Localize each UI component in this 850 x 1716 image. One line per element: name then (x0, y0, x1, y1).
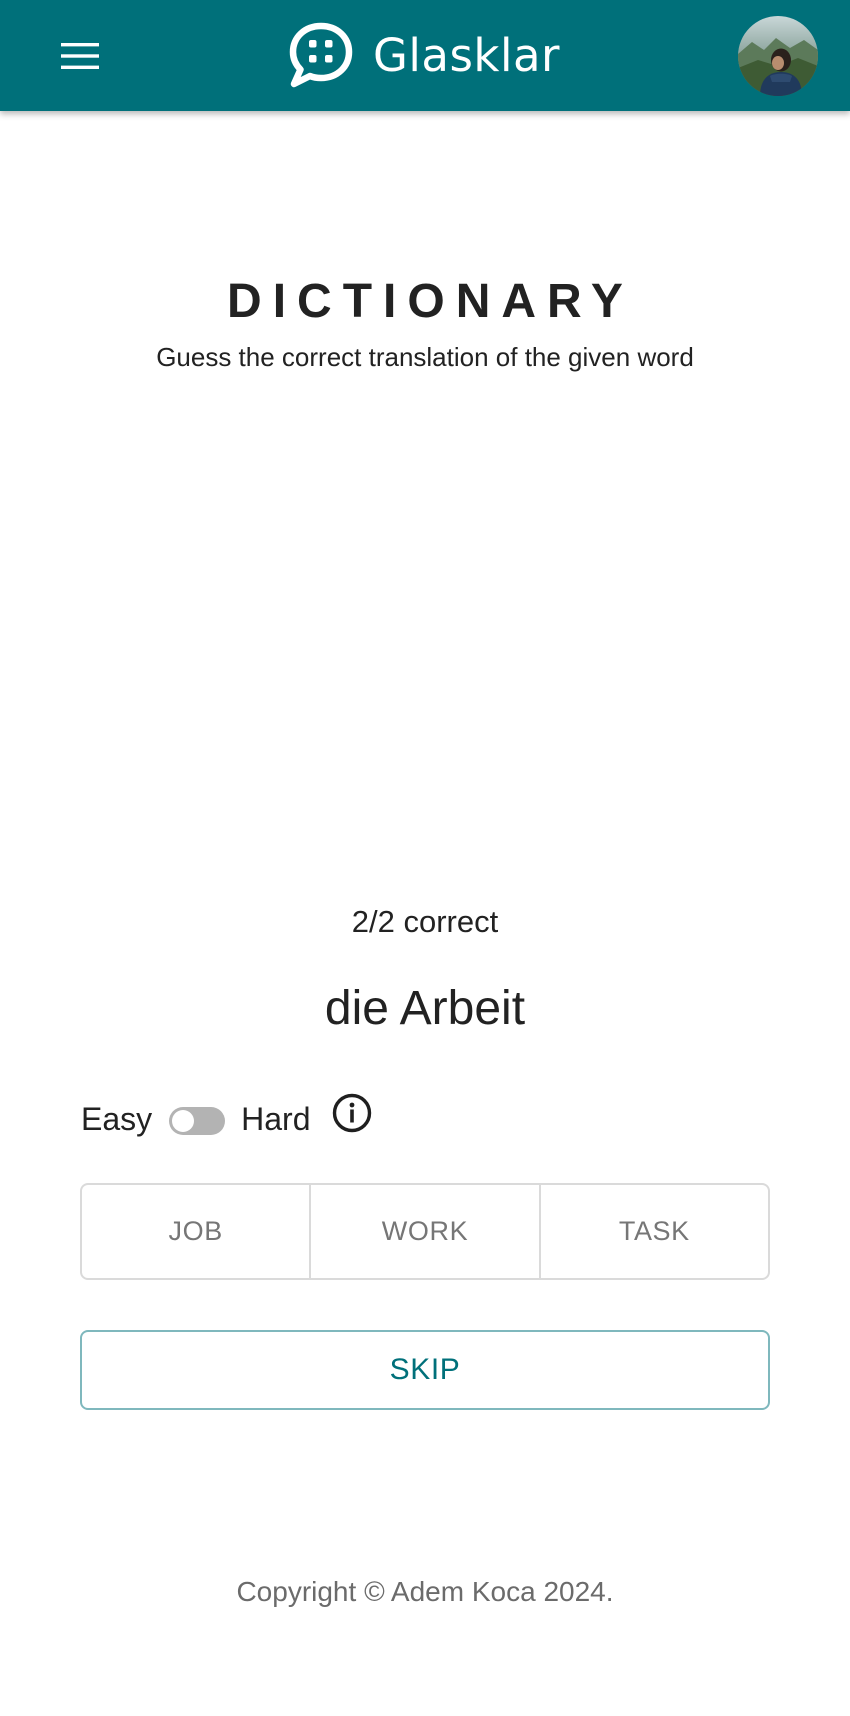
answer-options: JOB WORK TASK (80, 1183, 770, 1280)
chat-bubble-icon (289, 22, 353, 88)
option-button[interactable]: WORK (309, 1185, 538, 1278)
difficulty-switch[interactable] (169, 1103, 226, 1135)
switch-thumb (172, 1110, 195, 1132)
option-button[interactable]: JOB (82, 1185, 309, 1278)
menu-button[interactable] (49, 27, 111, 85)
easy-label: Easy (81, 1100, 153, 1137)
page-title: DICTIONARY (227, 275, 634, 329)
hamburger-menu-icon (61, 43, 99, 69)
hard-label: Hard (241, 1100, 311, 1137)
score-counter: 2/2 correct (351, 904, 499, 939)
app-bar: Glasklar (0, 0, 850, 111)
info-circle-icon (332, 1093, 371, 1133)
quiz-word: die Arbeit (324, 982, 526, 1035)
app-name: Glasklar (373, 28, 561, 82)
difficulty-toggle-row: Easy Hard (81, 1092, 373, 1144)
skip-button[interactable]: SKIP (80, 1330, 770, 1410)
brand[interactable]: Glasklar (288, 22, 560, 88)
page-subtitle: Guess the correct translation of the giv… (156, 342, 694, 372)
avatar[interactable] (738, 16, 818, 96)
option-button[interactable]: TASK (538, 1185, 768, 1278)
footer-copyright: Copyright © Adem Koca 2024. (236, 1576, 614, 1607)
info-button[interactable] (331, 1092, 373, 1134)
user-avatar-photo (738, 16, 818, 96)
